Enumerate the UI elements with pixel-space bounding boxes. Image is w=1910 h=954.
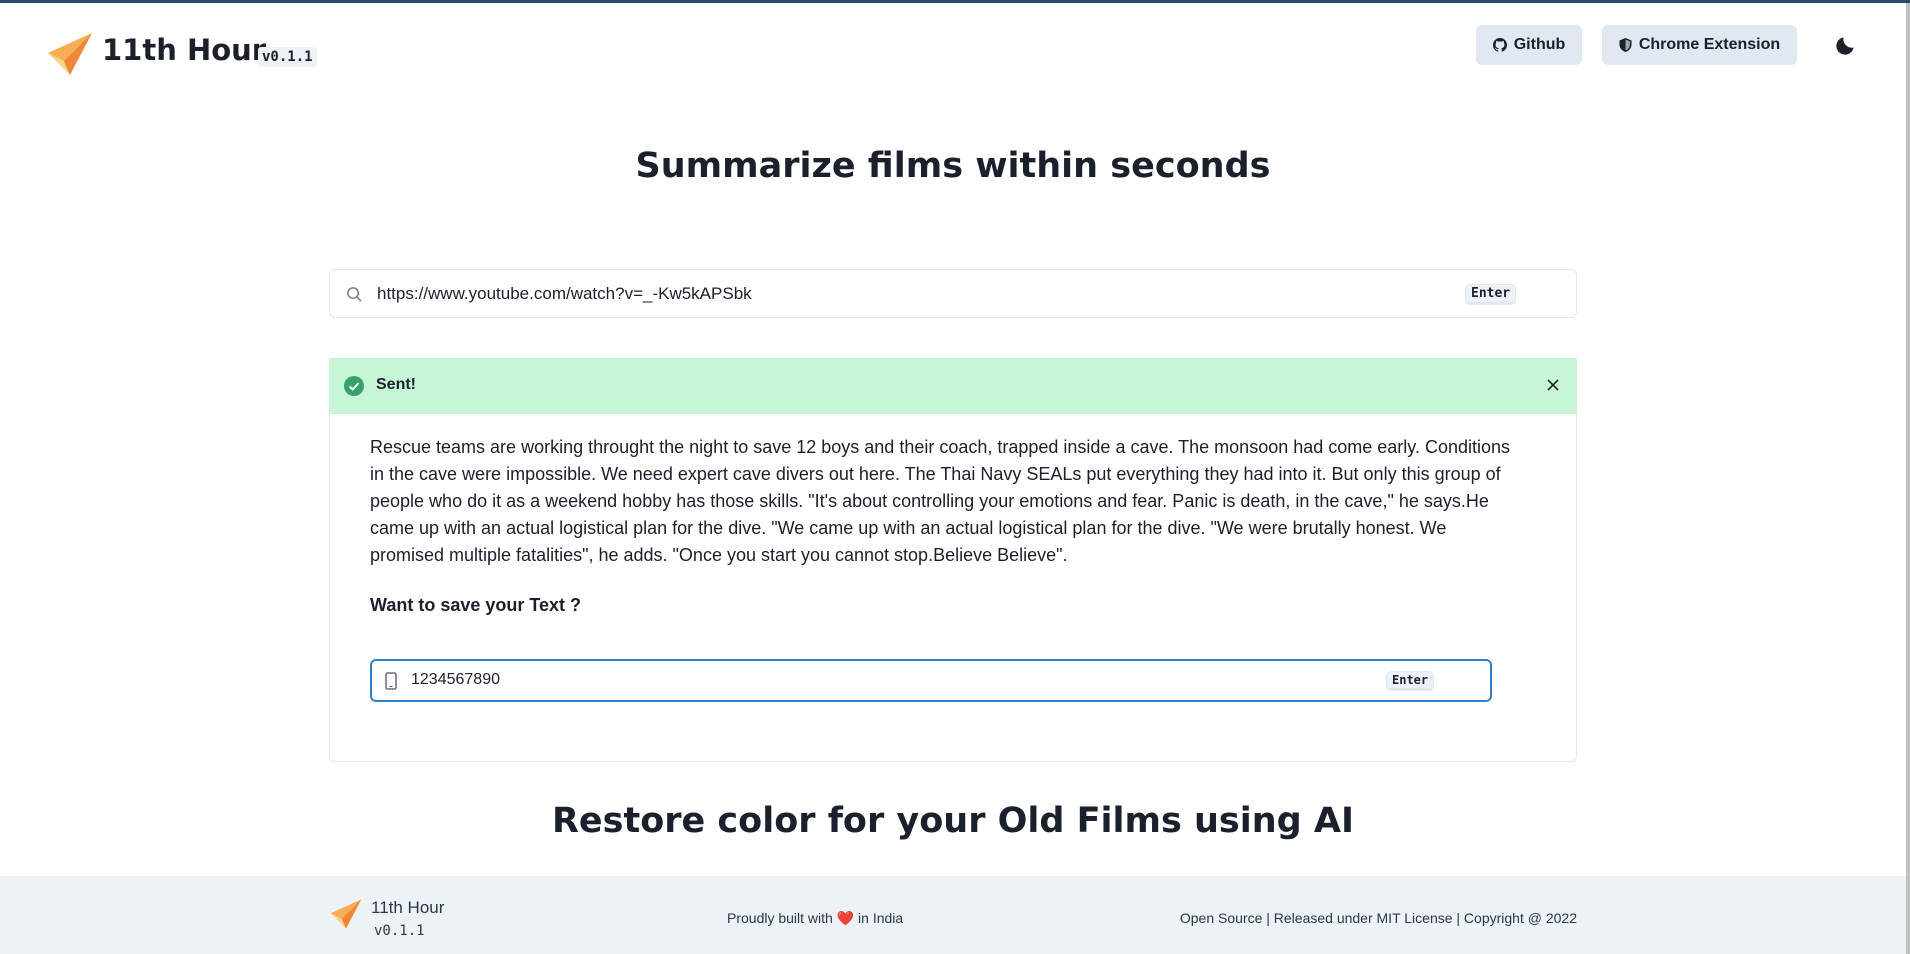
- version-badge: v0.1.1: [258, 47, 317, 67]
- chrome-extension-button[interactable]: Chrome Extension: [1602, 25, 1797, 65]
- summary-card: Rescue teams are working throught the ni…: [329, 414, 1577, 762]
- url-search-input[interactable]: https://www.youtube.com/watch?v=_-Kw5kAP…: [329, 269, 1577, 318]
- footer-made-in: Proudly built with ❤️ in India: [727, 910, 903, 927]
- scrollbar-thumb[interactable]: [1906, 3, 1910, 954]
- github-label: Github: [1513, 36, 1566, 53]
- chrome-extension-label: Chrome Extension: [1638, 36, 1781, 53]
- brand-name[interactable]: 11th Hour: [102, 33, 266, 67]
- paper-plane-icon: [330, 899, 362, 929]
- footer-made-in-after: in India: [854, 910, 904, 926]
- page-title: Summarize films within seconds: [635, 146, 1271, 186]
- moon-icon[interactable]: [1834, 35, 1856, 57]
- footer-version: v0.1.1: [374, 923, 425, 939]
- search-icon: [347, 287, 362, 302]
- header: 11th Hour v0.1.1 Github Chrome Extension: [0, 3, 1906, 83]
- phone-value[interactable]: 1234567890: [411, 671, 500, 689]
- github-icon: [1492, 38, 1507, 52]
- section-title: Restore color for your Old Films using A…: [551, 801, 1355, 841]
- footer-license: Open Source | Released under MIT License…: [1179, 910, 1577, 926]
- check-circle-icon: [344, 376, 364, 396]
- scrollbar[interactable]: [1906, 3, 1910, 954]
- paper-plane-icon[interactable]: [46, 31, 94, 77]
- success-alert: Sent!: [329, 358, 1577, 414]
- summary-text: Rescue teams are working throught the ni…: [370, 437, 1511, 565]
- shield-icon: [1619, 38, 1632, 52]
- footer-made-in-before: Proudly built with: [727, 910, 837, 926]
- footer-brand-name: 11th Hour: [371, 898, 445, 917]
- enter-key-hint: Enter: [1386, 671, 1435, 691]
- save-text-heading: Want to save your Text ?: [370, 595, 582, 615]
- url-value[interactable]: https://www.youtube.com/watch?v=_-Kw5kAP…: [377, 284, 752, 304]
- github-button[interactable]: Github: [1476, 25, 1582, 65]
- footer: 11th Hour v0.1.1 Proudly built with ❤️ i…: [0, 876, 1906, 954]
- phone-icon: [385, 672, 397, 690]
- alert-title: Sent!: [376, 376, 416, 393]
- enter-key-hint: Enter: [1465, 284, 1517, 305]
- phone-input[interactable]: 1234567890 Enter: [370, 659, 1492, 702]
- heart-icon: ❤️: [836, 910, 855, 926]
- close-icon[interactable]: [1542, 374, 1564, 396]
